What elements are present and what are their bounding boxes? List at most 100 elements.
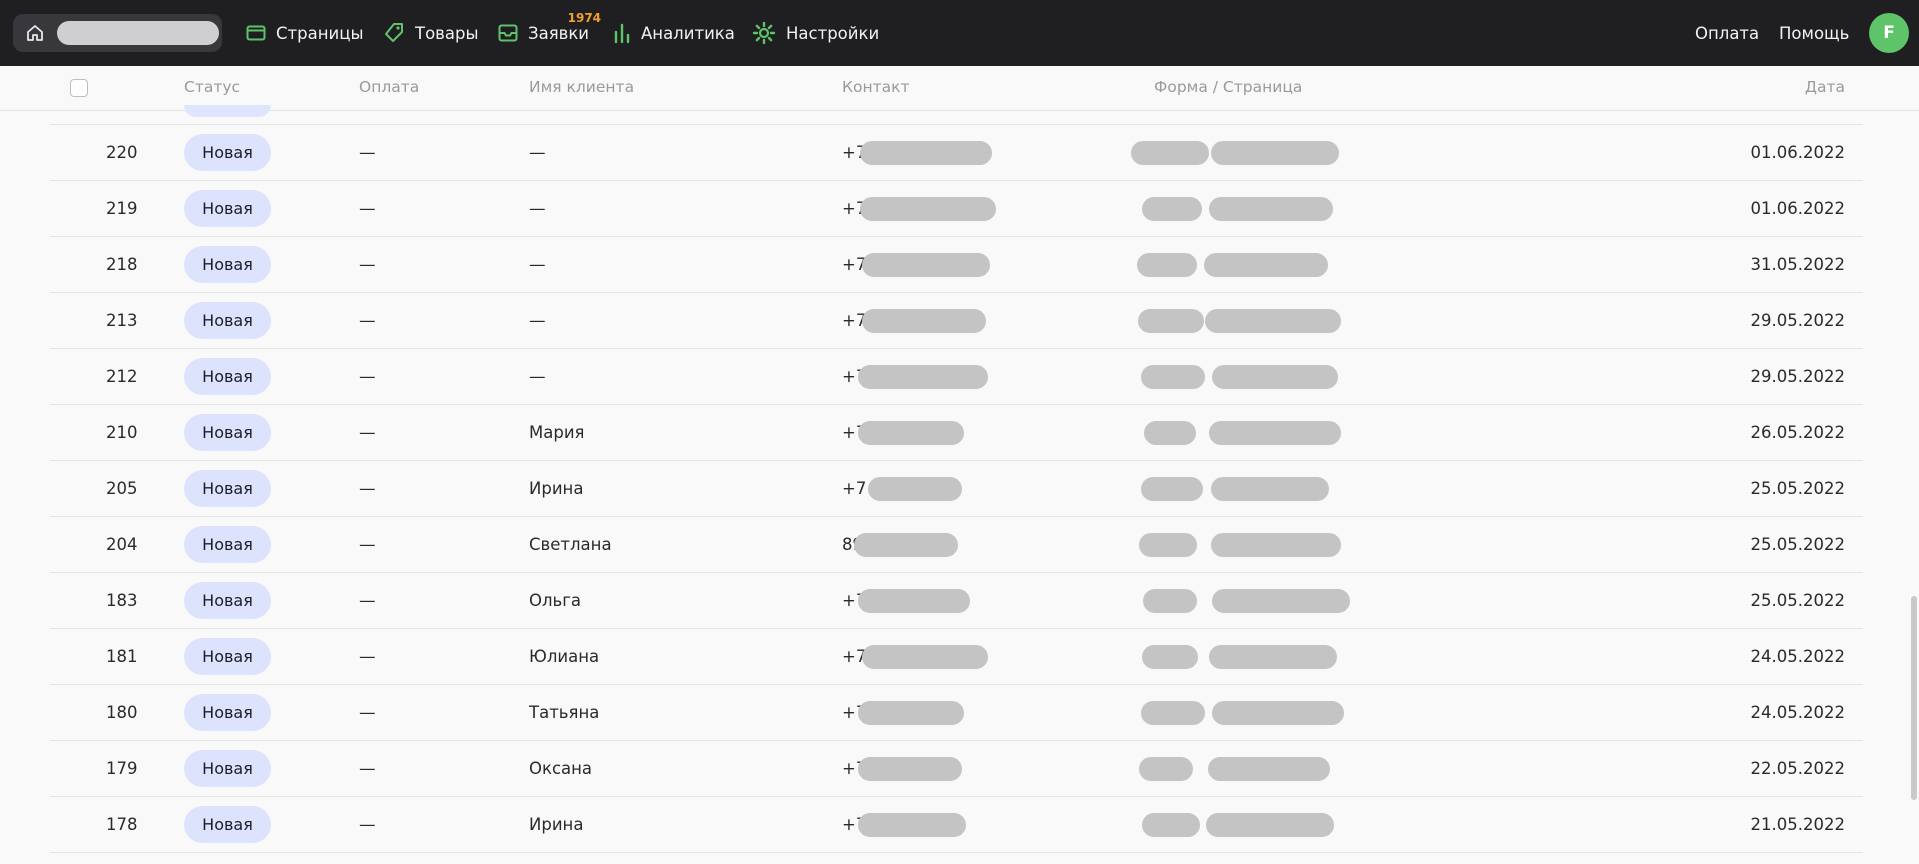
page-redacted: [1206, 813, 1334, 837]
header-status[interactable]: Статус: [184, 78, 240, 96]
form-redacted: [1144, 421, 1196, 445]
contact-redacted: [858, 701, 964, 725]
client-name: Юлиана: [529, 647, 600, 666]
header-contact[interactable]: Контакт: [842, 78, 910, 96]
help-link-label: Помощь: [1779, 23, 1850, 43]
page-redacted: [1204, 253, 1328, 277]
client-name: Оксана: [529, 759, 593, 778]
payment-link-label: Оплата: [1695, 23, 1760, 43]
request-date: 26.05.2022: [1750, 423, 1845, 442]
header-date[interactable]: Дата: [1805, 78, 1845, 96]
form-redacted: [1143, 589, 1197, 613]
status-pill[interactable]: Новая: [184, 806, 271, 843]
nav-analytics[interactable]: Аналитика: [613, 0, 735, 66]
request-id: 220: [106, 143, 138, 162]
nav-pages-label: Страницы: [276, 23, 364, 43]
nav-requests[interactable]: Заявки 1974: [498, 0, 601, 66]
payment-value: —: [359, 143, 376, 162]
table-row[interactable]: 205 Новая — Ирина +7 25.05.2022: [50, 461, 1863, 517]
page-redacted: [1211, 533, 1341, 557]
status-pill[interactable]: Новая: [184, 414, 271, 451]
page-redacted: [1212, 589, 1350, 613]
page-redacted: [1211, 141, 1339, 165]
nav-products[interactable]: Товары: [383, 0, 479, 66]
table-row[interactable]: 181 Новая — Юлиана +7 24.05.2022: [50, 629, 1863, 685]
table-row[interactable]: 180 Новая — Татьяна +7 24.05.2022: [50, 685, 1863, 741]
table-row[interactable]: 183 Новая — Ольга +7 25.05.2022: [50, 573, 1863, 629]
pages-icon: [246, 25, 266, 41]
status-pill[interactable]: Новая: [184, 358, 271, 395]
request-id: 181: [106, 647, 138, 666]
request-id: 218: [106, 255, 138, 274]
client-name: —: [529, 199, 546, 218]
contact-redacted: [860, 197, 996, 221]
request-id: 205: [106, 479, 138, 498]
contact-redacted: [862, 309, 986, 333]
request-date: 21.05.2022: [1750, 815, 1845, 834]
header-form-page[interactable]: Форма / Страница: [1154, 78, 1302, 96]
nav-products-label: Товары: [415, 23, 479, 43]
table-row[interactable]: 204 Новая — Светлана 89 25.05.2022: [50, 517, 1863, 573]
form-redacted: [1139, 533, 1197, 557]
status-pill[interactable]: Новая: [184, 302, 271, 339]
select-all-checkbox[interactable]: [70, 79, 88, 97]
page-redacted: [1205, 309, 1341, 333]
status-pill[interactable]: Новая: [184, 750, 271, 787]
payment-value: —: [359, 815, 376, 834]
client-name: —: [529, 143, 546, 162]
status-pill[interactable]: Новая: [184, 694, 271, 731]
page-redacted: [1208, 757, 1330, 781]
form-redacted: [1142, 645, 1198, 669]
request-id: 219: [106, 199, 138, 218]
requests-count-badge: 1974: [567, 11, 602, 25]
contact-redacted: [860, 141, 992, 165]
top-navigation-bar: Страницы Товары Заявки 1974 Аналитика На…: [0, 0, 1919, 66]
home-icon[interactable]: [13, 24, 57, 42]
form-redacted: [1139, 757, 1193, 781]
nav-settings[interactable]: Настройки: [752, 0, 879, 66]
form-redacted: [1138, 309, 1204, 333]
status-pill[interactable]: Новая: [184, 582, 271, 619]
table-row[interactable]: 179 Новая — Оксана +7 22.05.2022: [50, 741, 1863, 797]
request-date: 29.05.2022: [1750, 311, 1845, 330]
status-pill[interactable]: Новая: [184, 134, 271, 171]
status-pill[interactable]: Новая: [184, 526, 271, 563]
form-redacted: [1141, 701, 1205, 725]
status-pill[interactable]: Новая: [184, 246, 271, 283]
header-payment[interactable]: Оплата: [359, 78, 419, 96]
user-avatar[interactable]: F: [1869, 13, 1909, 53]
nav-settings-label: Настройки: [786, 23, 880, 43]
status-pill[interactable]: Новая: [184, 638, 271, 675]
contact-redacted: [858, 589, 970, 613]
gear-icon: [752, 21, 776, 45]
table-row[interactable]: 218 Новая — — +7 31.05.2022: [50, 237, 1863, 293]
payment-value: —: [359, 199, 376, 218]
client-name: Ольга: [529, 591, 582, 610]
request-id: 178: [106, 815, 138, 834]
table-row[interactable]: 220 Новая — — +7 01.06.2022: [50, 125, 1863, 181]
nav-requests-label: Заявки: [528, 23, 590, 43]
table-row[interactable]: 212 Новая — — +7 29.05.2022: [50, 349, 1863, 405]
table-row[interactable]: 219 Новая — — +7 01.06.2022: [50, 181, 1863, 237]
table-row[interactable]: 213 Новая — — +7 29.05.2022: [50, 293, 1863, 349]
table-row[interactable]: 178 Новая — Ирина +7 21.05.2022: [50, 797, 1863, 853]
site-selector[interactable]: [13, 14, 222, 52]
request-date: 01.06.2022: [1750, 143, 1845, 162]
table-row-partial: [50, 105, 1863, 125]
client-name: Мария: [529, 423, 585, 442]
page-redacted: [1209, 421, 1341, 445]
request-date: 29.05.2022: [1750, 367, 1845, 386]
vertical-scrollbar[interactable]: [1911, 596, 1917, 800]
request-date: 25.05.2022: [1750, 591, 1845, 610]
payment-link[interactable]: Оплата: [1695, 0, 1759, 66]
header-client[interactable]: Имя клиента: [529, 78, 634, 96]
client-name: Ирина: [529, 479, 584, 498]
table-row[interactable]: 210 Новая — Мария +7 26.05.2022: [50, 405, 1863, 461]
nav-pages[interactable]: Страницы: [246, 0, 364, 66]
status-pill[interactable]: Новая: [184, 470, 271, 507]
request-id: 210: [106, 423, 138, 442]
form-redacted: [1142, 813, 1200, 837]
help-link[interactable]: Помощь: [1779, 0, 1849, 66]
contact-redacted: [862, 645, 988, 669]
status-pill[interactable]: Новая: [184, 190, 271, 227]
